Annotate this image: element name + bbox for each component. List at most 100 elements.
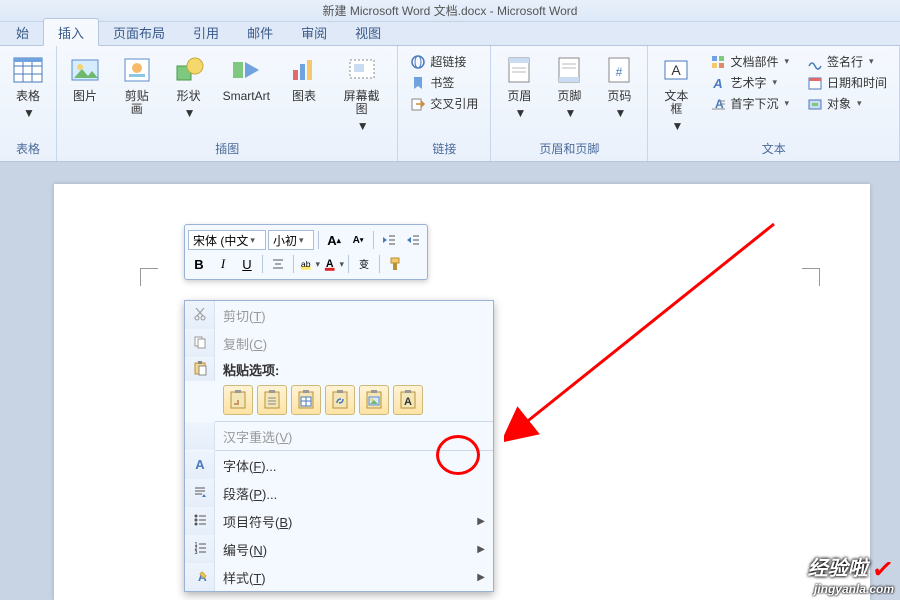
group-illustrations: 图片 剪贴画 形状 ▼ SmartArt 图表 屏幕截图 bbox=[57, 46, 398, 161]
submenu-arrow-icon: ▶ bbox=[477, 544, 485, 555]
clipart-label: 剪贴画 bbox=[119, 90, 155, 116]
font-size-select[interactable]: 小初▾ bbox=[268, 230, 314, 250]
tab-mailings[interactable]: 邮件 bbox=[233, 19, 287, 45]
group-text: A 文本框▼ 文档部件▾ A艺术字▾ A首字下沉▾ 签名行▾ 日期和时间 对象▾… bbox=[648, 46, 900, 161]
ctx-numbering[interactable]: 123 编号(N) ▶ bbox=[185, 535, 493, 563]
margin-marker-tl bbox=[140, 268, 158, 286]
paste-table[interactable] bbox=[291, 385, 321, 415]
chevron-down-icon: ▼ bbox=[23, 107, 35, 120]
increase-indent-button[interactable] bbox=[402, 229, 424, 251]
italic-button[interactable]: I bbox=[212, 253, 234, 275]
group-headerfooter: 页眉▼ 页脚▼ # 页码▼ 页眉和页脚 bbox=[491, 46, 648, 161]
shrink-font-button[interactable]: A▾ bbox=[347, 229, 369, 251]
shapes-button[interactable]: 形状 ▼ bbox=[167, 50, 211, 124]
object-button[interactable]: 对象▾ bbox=[803, 94, 891, 113]
chevron-down-icon: ▼ bbox=[357, 120, 369, 133]
chevron-down-icon: ▼ bbox=[564, 107, 576, 120]
paragraph-icon bbox=[192, 484, 208, 503]
paste-link[interactable] bbox=[325, 385, 355, 415]
bookmark-button[interactable]: 书签 bbox=[406, 73, 482, 92]
bookmark-icon bbox=[410, 75, 426, 91]
group-hf-label: 页眉和页脚 bbox=[497, 138, 641, 161]
watermark: 经验啦 ✓ jingyanla.com bbox=[808, 551, 894, 596]
wordart-button[interactable]: A艺术字▾ bbox=[706, 73, 793, 92]
document-area: 宋体 (中文▾ 小初▾ A▴ A▾ B I U ab▾ A▾ 变 bbox=[0, 162, 900, 600]
shapes-icon bbox=[173, 54, 205, 86]
ctx-font[interactable]: A 字体(F)... bbox=[185, 451, 493, 479]
paste-options-row: A bbox=[185, 381, 493, 421]
ctx-copy[interactable]: 复制(C) bbox=[185, 329, 493, 357]
picture-icon bbox=[69, 54, 101, 86]
paste-keep-source[interactable] bbox=[223, 385, 253, 415]
paste-icon bbox=[192, 360, 208, 379]
pagenum-button[interactable]: # 页码▼ bbox=[597, 50, 641, 124]
ctx-paragraph[interactable]: 段落(P)... bbox=[185, 479, 493, 507]
svg-text:A: A bbox=[672, 62, 682, 78]
screenshot-button[interactable]: 屏幕截图 ▼ bbox=[332, 50, 391, 138]
chart-label: 图表 bbox=[292, 90, 316, 103]
textbox-button[interactable]: A 文本框▼ bbox=[654, 50, 698, 138]
pagenum-icon: # bbox=[603, 54, 635, 86]
context-menu: 剪切(T) 复制(C) 粘贴选项: A 汉字重选(V) bbox=[184, 300, 494, 592]
svg-text:A: A bbox=[195, 457, 205, 472]
tab-view[interactable]: 视图 bbox=[341, 19, 395, 45]
ctx-styles[interactable]: A 样式(T) ▶ bbox=[185, 563, 493, 591]
group-text-label: 文本 bbox=[654, 138, 893, 161]
quickparts-icon bbox=[710, 54, 726, 70]
tab-review[interactable]: 审阅 bbox=[287, 19, 341, 45]
group-tables: 表格 ▼ 表格 bbox=[0, 46, 57, 161]
chart-button[interactable]: 图表 bbox=[282, 50, 326, 107]
shapes-label: 形状 bbox=[177, 90, 201, 103]
chevron-down-icon: ▾ bbox=[784, 98, 789, 109]
smartart-label: SmartArt bbox=[223, 90, 270, 103]
font-color-button[interactable]: A▾ bbox=[322, 253, 344, 275]
paste-merge[interactable] bbox=[257, 385, 287, 415]
grow-font-button[interactable]: A▴ bbox=[323, 229, 345, 251]
datetime-icon bbox=[807, 75, 823, 91]
screenshot-label: 屏幕截图 bbox=[338, 90, 385, 116]
format-painter-button[interactable] bbox=[384, 253, 406, 275]
bold-button[interactable]: B bbox=[188, 253, 210, 275]
sigline-button[interactable]: 签名行▾ bbox=[803, 52, 891, 71]
ctx-reconvert[interactable]: 汉字重选(V) bbox=[185, 422, 493, 450]
chevron-down-icon: ▼ bbox=[514, 107, 526, 120]
center-button[interactable] bbox=[267, 253, 289, 275]
tab-start[interactable]: 始 bbox=[2, 19, 43, 45]
copy-icon bbox=[192, 334, 208, 353]
decrease-indent-button[interactable] bbox=[378, 229, 400, 251]
picture-button[interactable]: 图片 bbox=[63, 50, 107, 107]
tab-references[interactable]: 引用 bbox=[179, 19, 233, 45]
header-button[interactable]: 页眉▼ bbox=[497, 50, 541, 124]
quickparts-button[interactable]: 文档部件▾ bbox=[706, 52, 793, 71]
crossref-button[interactable]: 交叉引用 bbox=[406, 94, 482, 113]
svg-text:变: 变 bbox=[359, 258, 369, 271]
page[interactable]: 宋体 (中文▾ 小初▾ A▴ A▾ B I U ab▾ A▾ 变 bbox=[54, 184, 870, 600]
hyperlink-button[interactable]: 超链接 bbox=[406, 52, 482, 71]
tab-insert[interactable]: 插入 bbox=[43, 18, 99, 46]
tab-pagelayout[interactable]: 页面布局 bbox=[99, 19, 179, 45]
chevron-down-icon: ▼ bbox=[184, 107, 196, 120]
paste-text-only[interactable]: A bbox=[393, 385, 423, 415]
font-name-select[interactable]: 宋体 (中文▾ bbox=[188, 230, 266, 250]
smartart-icon bbox=[230, 54, 262, 86]
svg-text:A: A bbox=[713, 76, 723, 91]
chart-icon bbox=[288, 54, 320, 86]
clipart-button[interactable]: 剪贴画 bbox=[113, 50, 161, 120]
group-links-label: 链接 bbox=[404, 138, 484, 161]
chevron-down-icon: ▾ bbox=[784, 56, 789, 67]
paste-picture[interactable] bbox=[359, 385, 389, 415]
ctx-cut[interactable]: 剪切(T) bbox=[185, 301, 493, 329]
ctx-bullets[interactable]: 项目符号(B) ▶ bbox=[185, 507, 493, 535]
footer-button[interactable]: 页脚▼ bbox=[547, 50, 591, 124]
phonetic-button[interactable]: 变 bbox=[353, 253, 375, 275]
table-button[interactable]: 表格 ▼ bbox=[6, 50, 50, 124]
datetime-button[interactable]: 日期和时间 bbox=[803, 73, 891, 92]
hyperlink-icon bbox=[410, 54, 426, 70]
dropcap-icon: A bbox=[710, 96, 726, 112]
svg-text:ab: ab bbox=[301, 259, 311, 269]
underline-button[interactable]: U bbox=[236, 253, 258, 275]
highlight-button[interactable]: ab▾ bbox=[298, 253, 320, 275]
window-title: 新建 Microsoft Word 文档.docx - Microsoft Wo… bbox=[323, 2, 578, 19]
dropcap-button[interactable]: A首字下沉▾ bbox=[706, 94, 793, 113]
smartart-button[interactable]: SmartArt bbox=[217, 50, 276, 107]
